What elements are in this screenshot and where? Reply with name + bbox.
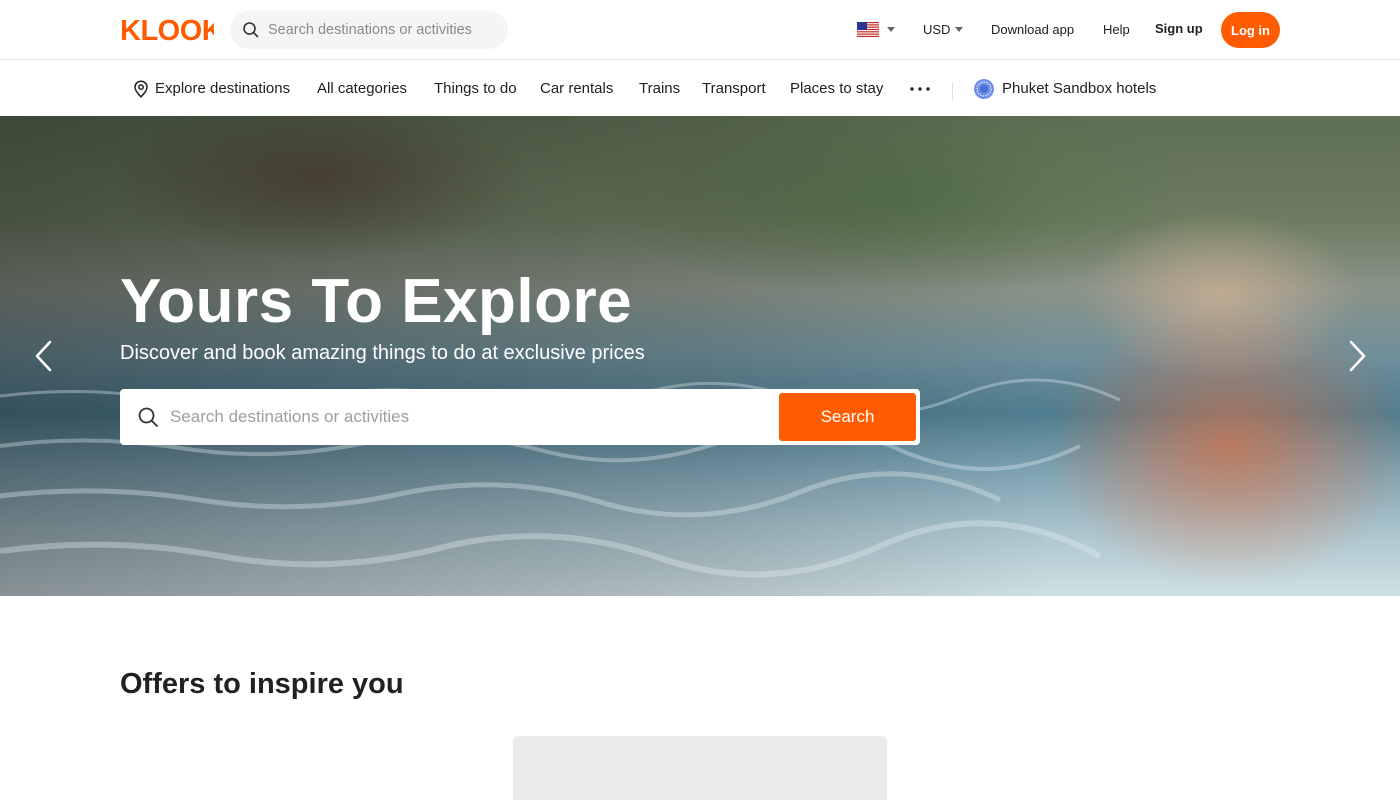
- nav-trains[interactable]: Trains: [639, 80, 680, 97]
- log-in-button[interactable]: Log in: [1221, 12, 1280, 48]
- nav-transport[interactable]: Transport: [702, 80, 766, 97]
- sign-up-link[interactable]: Sign up: [1155, 21, 1203, 36]
- category-nav: Explore destinations All categories Thin…: [0, 60, 1400, 116]
- carousel-next-arrow-icon[interactable]: [1345, 338, 1369, 374]
- top-header: KLOOK USD Download app Help Sign up Log …: [0, 0, 1400, 60]
- nav-divider: [952, 82, 953, 100]
- location-pin-icon: [134, 80, 148, 98]
- search-icon: [243, 22, 259, 38]
- carousel-prev-arrow-icon[interactable]: [32, 338, 56, 374]
- nav-things-to-do[interactable]: Things to do: [434, 80, 517, 97]
- us-flag-icon: [857, 22, 879, 37]
- svg-text:KLOOK: KLOOK: [120, 16, 214, 44]
- klook-logo[interactable]: KLOOK: [120, 14, 214, 46]
- nav-places-to-stay[interactable]: Places to stay: [790, 80, 883, 97]
- hero-search-bar: Search: [120, 389, 920, 445]
- currency-selector[interactable]: USD: [923, 22, 950, 37]
- nav-car-rentals[interactable]: Car rentals: [540, 80, 613, 97]
- nav-all-categories[interactable]: All categories: [317, 80, 407, 97]
- chevron-down-icon[interactable]: [887, 27, 895, 32]
- hero-title: Yours To Explore: [120, 267, 633, 336]
- nav-phuket-sandbox-hotels[interactable]: Phuket Sandbox hotels: [1002, 80, 1156, 97]
- nav-explore-destinations[interactable]: Explore destinations: [155, 80, 290, 97]
- search-icon: [138, 407, 158, 427]
- hero-subtitle: Discover and book amazing things to do a…: [120, 342, 645, 364]
- header-search-input[interactable]: [268, 22, 498, 38]
- language-selector[interactable]: [857, 22, 879, 37]
- hero-search-input[interactable]: [170, 405, 770, 429]
- download-app-link[interactable]: Download app: [991, 22, 1074, 37]
- hero-search-button[interactable]: Search: [779, 393, 916, 441]
- klook-logo-icon: KLOOK: [120, 16, 214, 44]
- help-link[interactable]: Help: [1103, 22, 1130, 37]
- hero-banner: Yours To Explore Discover and book amazi…: [0, 116, 1400, 596]
- offers-section-title: Offers to inspire you: [120, 668, 404, 700]
- offer-card-placeholder[interactable]: [513, 736, 887, 800]
- more-dots-icon[interactable]: [910, 87, 930, 91]
- sandbox-badge-icon: [974, 79, 994, 99]
- chevron-down-icon[interactable]: [955, 27, 963, 32]
- header-search-bar[interactable]: [230, 11, 508, 49]
